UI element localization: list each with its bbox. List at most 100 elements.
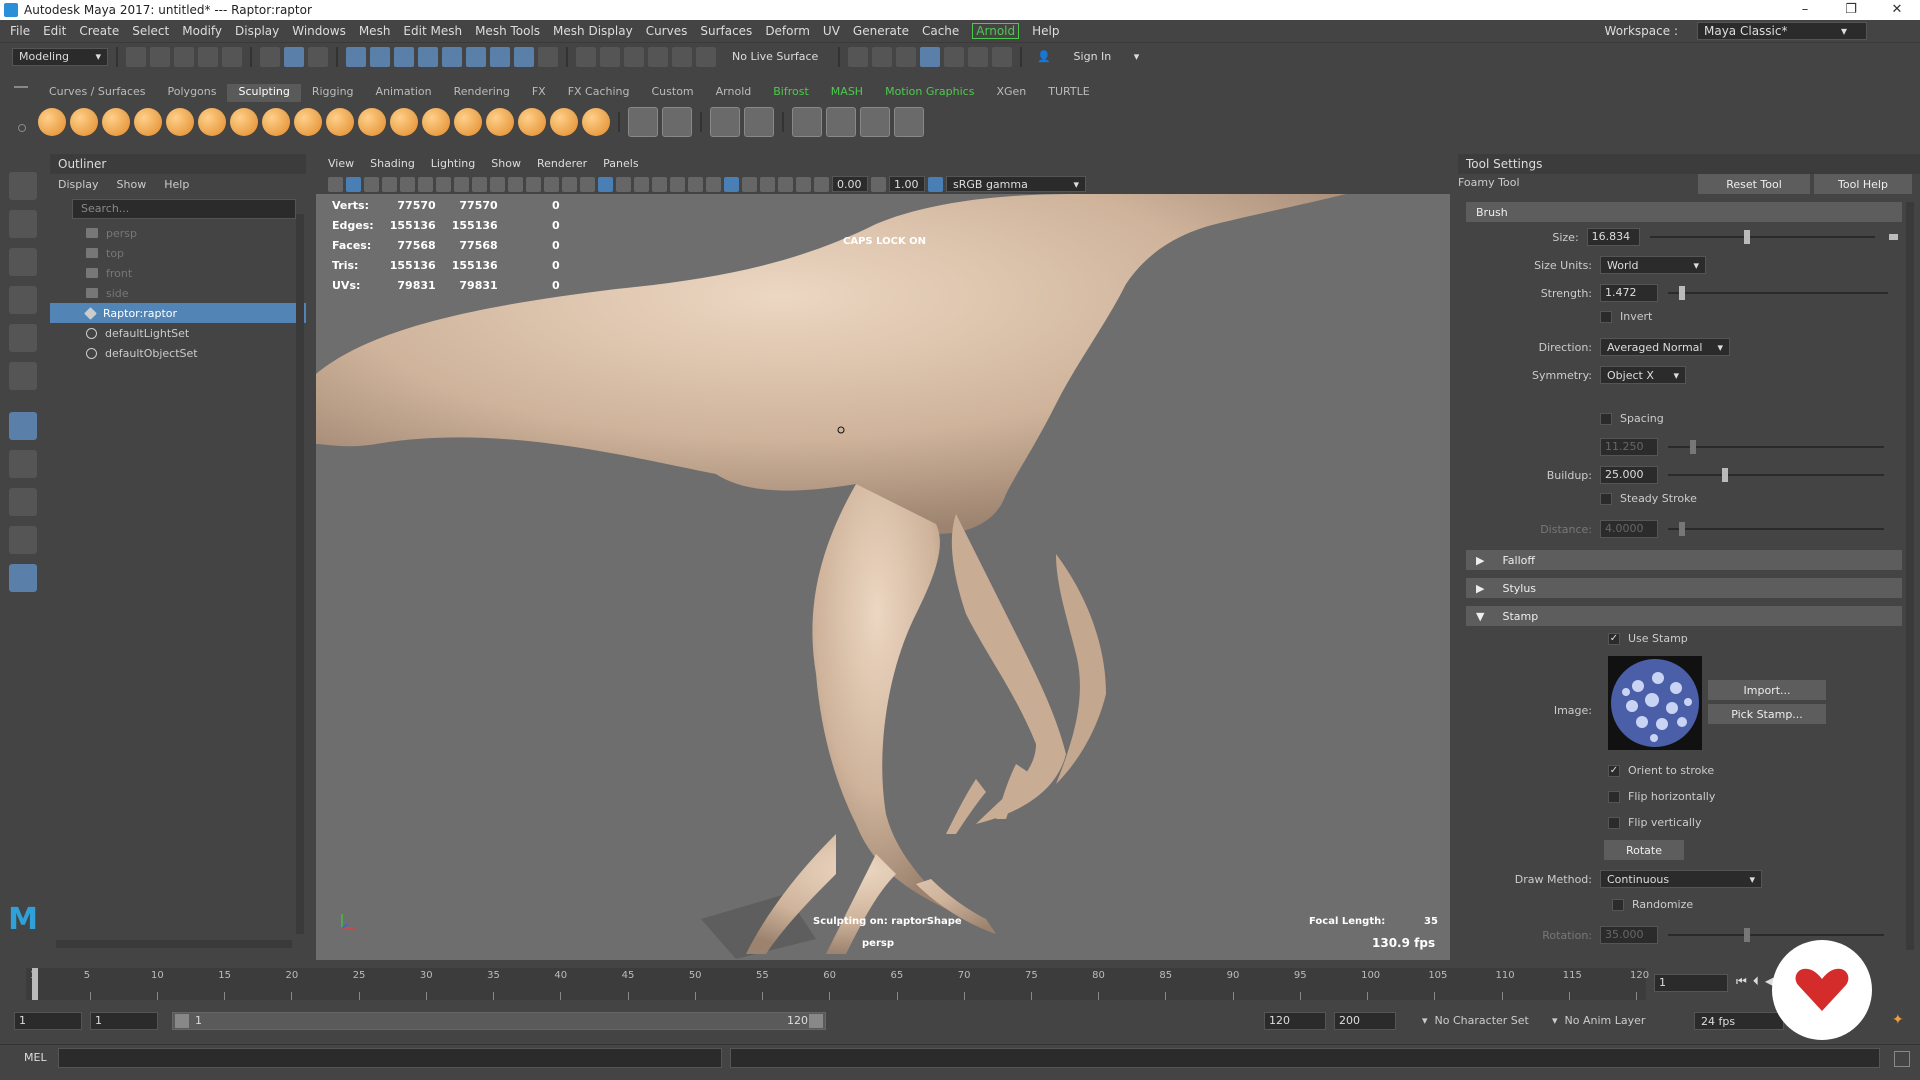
outliner-item-top[interactable]: top [50, 243, 306, 263]
draw-method-dropdown[interactable]: Continuous ▾ [1600, 870, 1762, 888]
size-field[interactable]: 16.834 [1586, 228, 1640, 246]
select-tool-icon[interactable] [9, 172, 37, 200]
camera-attributes-icon[interactable] [364, 176, 379, 192]
use-stamp-checkbox[interactable]: ✓ [1608, 632, 1620, 645]
shelf-options-icon[interactable] [18, 124, 26, 132]
texture-deformer-icon[interactable] [826, 107, 856, 137]
motion-blur-icon[interactable] [706, 176, 721, 192]
buildup-field[interactable]: 25.000 [1600, 466, 1658, 484]
menu-edit[interactable]: Edit [43, 24, 66, 38]
ipr-render-icon[interactable] [896, 46, 917, 67]
sculpt-tool-icon[interactable] [38, 108, 66, 136]
paint-select-tool-icon[interactable] [9, 248, 37, 276]
smear-tool-icon[interactable] [486, 108, 514, 136]
menu-set-dropdown[interactable]: Modeling ▾ [12, 47, 108, 66]
brush-section-header[interactable]: Brush [1466, 202, 1902, 222]
snap-surface-icon[interactable] [442, 46, 462, 67]
tool-help-button[interactable]: Tool Help [1814, 174, 1912, 194]
blend-shape-icon[interactable] [710, 107, 740, 137]
minimize-button[interactable]: – [1782, 0, 1828, 20]
menu-deform[interactable]: Deform [765, 24, 810, 38]
imprint-tool-icon[interactable] [326, 108, 354, 136]
tab-polygons[interactable]: Polygons [157, 84, 228, 102]
invert-checkbox[interactable] [1600, 310, 1612, 323]
range-start-handle[interactable] [175, 1014, 189, 1028]
soft-mod-icon[interactable] [860, 107, 890, 137]
symmetry-icon[interactable] [490, 46, 510, 67]
select-camera-icon[interactable] [328, 176, 343, 192]
outliner-menu-display[interactable]: Display [58, 178, 99, 191]
two-d-pan-zoom-icon[interactable] [418, 176, 433, 192]
character-set-dropdown[interactable]: ▾ No Character Set [1422, 1014, 1529, 1027]
arnold-render-icon[interactable] [968, 46, 989, 67]
raptor-model[interactable] [316, 194, 1450, 960]
flip-vertically-checkbox[interactable] [1608, 816, 1620, 829]
stylus-section-header[interactable]: ▶ Stylus [1466, 578, 1902, 598]
menu-help[interactable]: Help [1032, 24, 1059, 38]
menu-mesh-tools[interactable]: Mesh Tools [475, 24, 540, 38]
sign-in-dropdown[interactable]: 👤 Sign In ▾ [1030, 47, 1147, 66]
select-component-icon[interactable] [308, 46, 328, 67]
tool-settings-scrollbar[interactable] [1906, 202, 1914, 950]
history-icon[interactable] [576, 46, 596, 67]
outliner-item-front[interactable]: front [50, 263, 306, 283]
render-settings-icon[interactable] [848, 46, 869, 67]
scene-start-field[interactable]: 1 [14, 1012, 82, 1030]
outliner-search-input[interactable]: Search... [72, 199, 296, 219]
proximity-wrap-icon[interactable] [894, 107, 924, 137]
timeline-track[interactable]: 1510152025303540455055606570758085909510… [26, 968, 1649, 1000]
range-slider[interactable]: 1 120 [172, 1012, 826, 1030]
tab-arnold[interactable]: Arnold [705, 84, 763, 102]
make-live-icon[interactable] [672, 46, 692, 67]
lock-icon[interactable] [538, 46, 558, 67]
direction-dropdown[interactable]: Averaged Normal ▾ [1600, 338, 1730, 356]
viewport-menu-show[interactable]: Show [491, 157, 521, 171]
fill-tool-icon[interactable] [422, 108, 450, 136]
tab-fx[interactable]: FX [521, 84, 557, 102]
smooth-shade-icon[interactable] [598, 176, 613, 192]
pinch-tool-icon[interactable] [166, 108, 194, 136]
tab-sculpting[interactable]: Sculpting [227, 84, 301, 102]
tab-rigging[interactable]: Rigging [301, 84, 365, 102]
spacing-checkbox[interactable] [1600, 412, 1612, 425]
menu-modify[interactable]: Modify [182, 24, 222, 38]
lock-camera-icon[interactable] [346, 176, 361, 192]
ambient-occlusion-icon[interactable] [688, 176, 703, 192]
menu-uv[interactable]: UV [823, 24, 840, 38]
open-scene-icon[interactable] [150, 46, 170, 67]
range-end-handle[interactable] [809, 1014, 823, 1028]
strength-slider-knob[interactable] [1679, 286, 1685, 300]
pause-icon[interactable] [992, 46, 1013, 67]
safe-title-icon[interactable] [562, 176, 577, 192]
foamy-tool-icon[interactable] [230, 108, 258, 136]
menu-file[interactable]: File [10, 24, 30, 38]
tab-custom[interactable]: Custom [641, 84, 705, 102]
command-input[interactable] [58, 1048, 722, 1068]
flip-horizontally-checkbox[interactable] [1608, 790, 1620, 803]
use-all-lights-icon[interactable] [652, 176, 667, 192]
wireframe-icon[interactable] [580, 176, 595, 192]
outliner-vertical-scrollbar[interactable] [296, 214, 304, 934]
buildup-slider[interactable] [1668, 468, 1884, 482]
mesh-sculpt-icon[interactable] [792, 107, 822, 137]
menu-create[interactable]: Create [79, 24, 119, 38]
bulge-tool-icon[interactable] [518, 108, 546, 136]
xray-joints-icon[interactable] [796, 176, 811, 192]
menu-arnold[interactable]: Arnold [972, 23, 1020, 39]
magnet-icon[interactable] [696, 46, 716, 67]
repeat-tool-icon[interactable] [294, 108, 322, 136]
anim-layer-dropdown[interactable]: ▾ No Anim Layer [1552, 1014, 1645, 1027]
menu-select[interactable]: Select [132, 24, 169, 38]
menu-windows[interactable]: Windows [292, 24, 346, 38]
strength-field[interactable]: 1.472 [1600, 284, 1658, 302]
select-object-icon[interactable] [284, 46, 304, 67]
bookmarks-icon[interactable] [382, 176, 397, 192]
persp-outliner-layout-icon[interactable] [9, 526, 37, 554]
lasso-tool-icon[interactable] [9, 210, 37, 238]
tab-mash[interactable]: MASH [820, 84, 874, 102]
image-plane-icon[interactable] [400, 176, 415, 192]
anti-aliasing-icon[interactable] [724, 176, 739, 192]
freeze-tool-icon[interactable] [582, 108, 610, 136]
menu-mesh-display[interactable]: Mesh Display [553, 24, 633, 38]
tab-bifrost[interactable]: Bifrost [762, 84, 820, 102]
